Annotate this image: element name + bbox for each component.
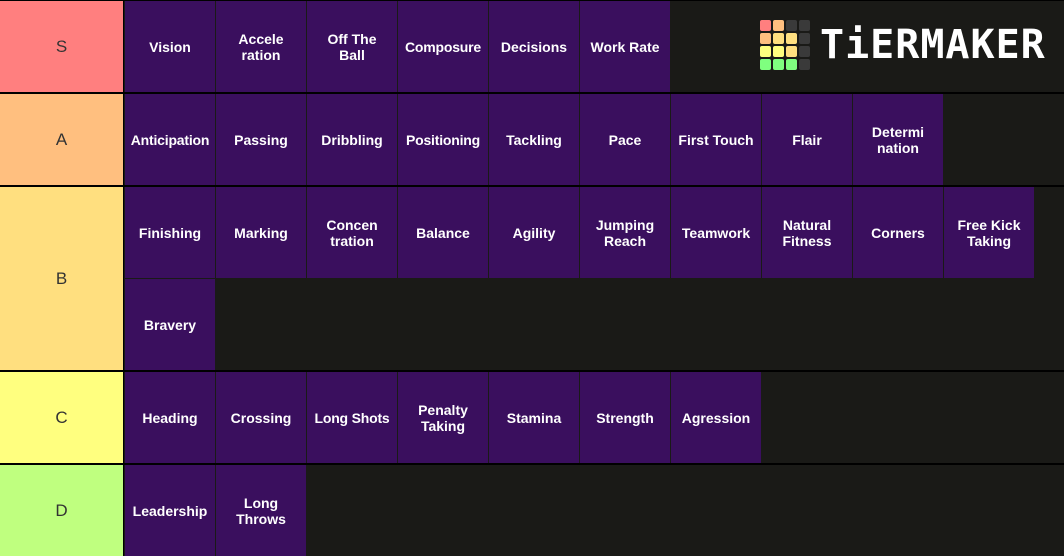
tier-item[interactable]: Leadership: [125, 465, 215, 556]
tier-item[interactable]: Composure: [398, 1, 488, 92]
tiermaker-logo: TiERMAKER: [760, 20, 1046, 70]
tier-item[interactable]: Concen tration: [307, 187, 397, 278]
tier-item[interactable]: Work Rate: [580, 1, 670, 92]
tier-item[interactable]: Corners: [853, 187, 943, 278]
tier-item[interactable]: Stamina: [489, 372, 579, 463]
logo-grid-cell: [773, 59, 784, 70]
tier-item[interactable]: Natural Fitness: [762, 187, 852, 278]
tier-item[interactable]: Finishing: [125, 187, 215, 278]
tier-label-b[interactable]: B: [0, 187, 124, 370]
logo-grid-cell: [786, 33, 797, 44]
tier-item[interactable]: Balance: [398, 187, 488, 278]
tier-item[interactable]: Long Throws: [216, 465, 306, 556]
logo-wordmark: TiERMAKER: [820, 22, 1046, 68]
tier-items-c[interactable]: Heading Crossing Long Shots Penalty Taki…: [125, 372, 1064, 463]
tier-row-c: C Heading Crossing Long Shots Penalty Ta…: [0, 372, 1064, 463]
tier-item[interactable]: First Touch: [671, 94, 761, 185]
logo-grid-cell: [799, 33, 810, 44]
tier-item[interactable]: Heading: [125, 372, 215, 463]
logo-grid-cell: [799, 20, 810, 31]
tier-item[interactable]: Positioning: [398, 94, 488, 185]
logo-grid-cell: [786, 20, 797, 31]
tier-row-a: A Anticipation Passing Dribbling Positio…: [0, 94, 1064, 185]
logo-grid-cell: [773, 33, 784, 44]
tier-item[interactable]: Bravery: [125, 279, 215, 370]
tier-item[interactable]: Agility: [489, 187, 579, 278]
tier-item[interactable]: Jumping Reach: [580, 187, 670, 278]
tier-label-a[interactable]: A: [0, 94, 124, 185]
tier-label-s[interactable]: S: [0, 1, 124, 92]
tier-list-board: S Vision Accele ration Off The Ball Comp…: [0, 0, 1064, 556]
tier-item[interactable]: Dribbling: [307, 94, 397, 185]
tier-item[interactable]: Decisions: [489, 1, 579, 92]
tier-item[interactable]: Penalty Taking: [398, 372, 488, 463]
tier-item[interactable]: Pace: [580, 94, 670, 185]
tier-label-d[interactable]: D: [0, 465, 124, 556]
tier-item[interactable]: Agression: [671, 372, 761, 463]
tier-item[interactable]: Anticipation: [125, 94, 215, 185]
logo-grid-cell: [773, 20, 784, 31]
tier-item[interactable]: Marking: [216, 187, 306, 278]
logo-grid-cell: [799, 59, 810, 70]
logo-grid-cell: [786, 59, 797, 70]
tier-row-d: D Leadership Long Throws: [0, 465, 1064, 556]
tier-item[interactable]: Vision: [125, 1, 215, 92]
tier-item[interactable]: Free Kick Taking: [944, 187, 1034, 278]
logo-grid-cell: [760, 46, 771, 57]
tier-item[interactable]: Long Shots: [307, 372, 397, 463]
logo-grid-icon: [760, 20, 810, 70]
tier-item[interactable]: Crossing: [216, 372, 306, 463]
tier-item[interactable]: Off The Ball: [307, 1, 397, 92]
tier-item[interactable]: Strength: [580, 372, 670, 463]
tier-row-b: B Finishing Marking Concen tration Balan…: [0, 187, 1064, 370]
tier-label-c[interactable]: C: [0, 372, 124, 463]
tier-item[interactable]: Flair: [762, 94, 852, 185]
tier-items-b[interactable]: Finishing Marking Concen tration Balance…: [125, 187, 1064, 370]
tier-items-a[interactable]: Anticipation Passing Dribbling Positioni…: [125, 94, 1064, 185]
tier-item[interactable]: Tackling: [489, 94, 579, 185]
logo-grid-cell: [760, 33, 771, 44]
logo-grid-cell: [760, 59, 771, 70]
logo-grid-cell: [786, 46, 797, 57]
logo-grid-cell: [760, 20, 771, 31]
logo-grid-cell: [799, 46, 810, 57]
tier-items-d[interactable]: Leadership Long Throws: [125, 465, 1064, 556]
tier-item[interactable]: Determi nation: [853, 94, 943, 185]
logo-grid-cell: [773, 46, 784, 57]
tier-item[interactable]: Passing: [216, 94, 306, 185]
tier-item[interactable]: Accele ration: [216, 1, 306, 92]
tier-item[interactable]: Teamwork: [671, 187, 761, 278]
